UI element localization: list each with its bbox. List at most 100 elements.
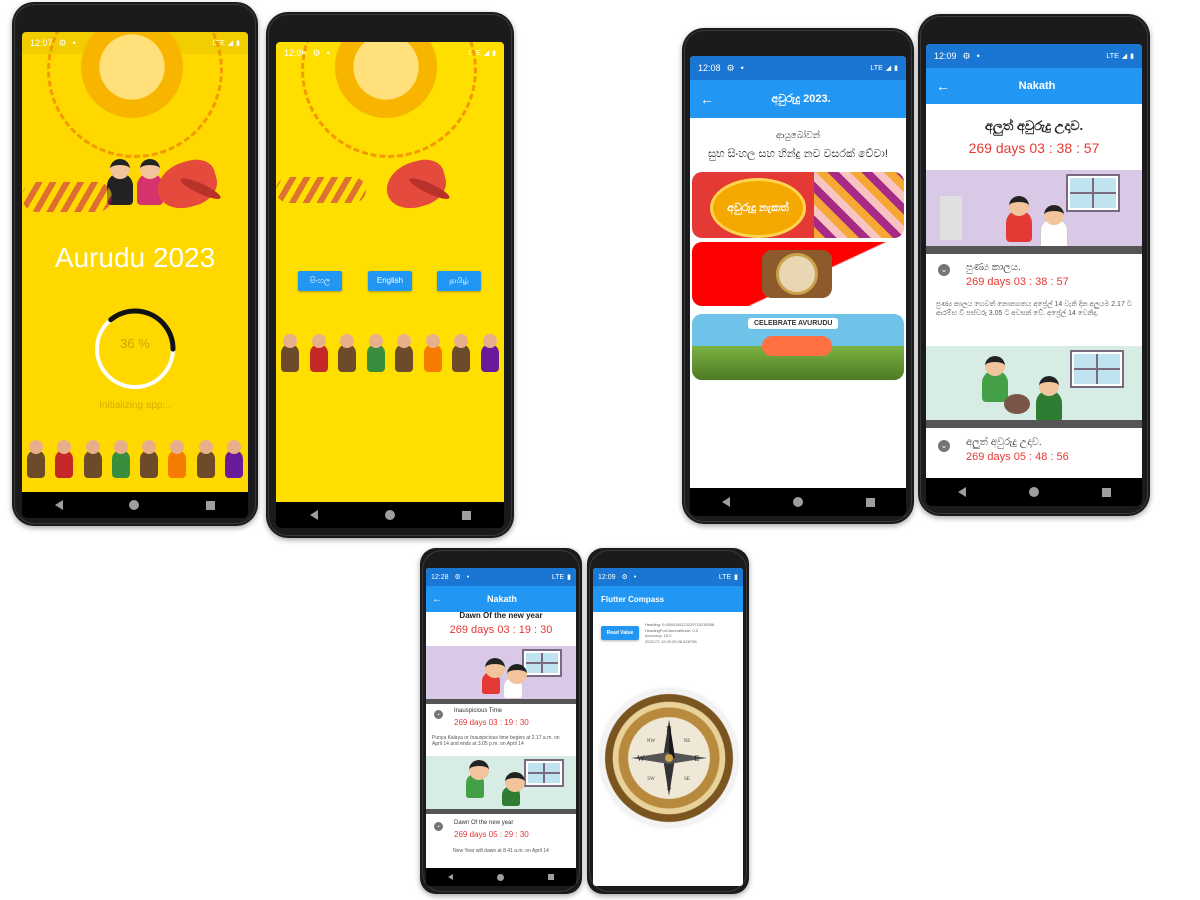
expand-icon[interactable]: ⌄ <box>938 440 950 452</box>
battery-icon: ▮ <box>492 50 496 57</box>
nav-recents-icon[interactable] <box>865 497 875 507</box>
english-button[interactable]: English <box>368 271 412 291</box>
battery-icon: ▮ <box>567 574 571 581</box>
expand-icon[interactable]: ⌄ <box>938 264 950 276</box>
expand-icon[interactable]: ⌄ <box>434 822 443 831</box>
nakath-card-text: අවුරුදු නැකත් <box>727 201 789 214</box>
item1-countdown: 269 days 03 : 19 : 30 <box>454 718 529 727</box>
expand-icon[interactable]: ⌄ <box>434 710 443 719</box>
battery-icon: ▮ <box>894 65 898 72</box>
item1-title: පුණ්‍ය කාලය. <box>966 262 1021 273</box>
android-nav-bar <box>276 502 504 528</box>
back-arrow-icon[interactable]: ← <box>926 78 960 94</box>
status-time: 12:09 <box>934 51 957 61</box>
compass-ne: NE <box>684 739 691 744</box>
signal-icon: ◢ <box>885 65 892 72</box>
lte-label: LTE <box>870 64 883 72</box>
android-nav-bar <box>926 478 1142 506</box>
nav-recents-icon[interactable] <box>548 874 554 880</box>
people-illustration-row <box>22 438 248 478</box>
gear-icon: ⚙ <box>621 574 628 581</box>
signal-icon: ◢ <box>1121 53 1128 60</box>
compass-e: E <box>695 754 700 763</box>
tamil-button[interactable]: தமிழ் <box>437 271 481 291</box>
festival-illustration <box>814 172 904 238</box>
nakath-english-screen: 12:28 ⚙ • LTE ▮ ← Nakath Dawn Of the new ye… <box>426 568 576 886</box>
item2-title: Dawn Of the new year <box>454 820 514 826</box>
app-bar-title: Flutter Compass <box>601 594 665 604</box>
nav-back-icon[interactable] <box>957 487 966 497</box>
nav-recents-icon[interactable] <box>1101 487 1111 497</box>
android-nav-bar <box>22 492 248 518</box>
main-countdown: 269 days 03 : 38 : 57 <box>968 140 1100 156</box>
nav-recents-icon[interactable] <box>461 510 471 520</box>
item1-countdown: 269 days 03 : 38 : 57 <box>966 276 1069 288</box>
battery-icon: ▮ <box>1130 53 1134 60</box>
battery-icon: ▮ <box>734 574 738 581</box>
nakath-heading: අලුත් අවුරුදු උදාව. <box>984 118 1084 133</box>
compass-card[interactable] <box>692 242 904 306</box>
compass-w: W <box>637 754 645 763</box>
nav-home-icon[interactable] <box>1028 487 1039 497</box>
back-arrow-icon[interactable]: ← <box>690 91 724 107</box>
status-bar: 12:09 ⚙ • LTE ▮ <box>593 568 743 586</box>
status-time: 12:28 <box>431 573 449 581</box>
new-year-dawn-illustration <box>426 756 576 814</box>
item1-title: Inauspicious Time <box>454 708 503 714</box>
nakath-card-badge: අවුරුදු නැකත් <box>710 178 806 238</box>
sensor-info: Heading: 0.0000034123229710236308 Headin… <box>645 622 714 644</box>
people-illustration-row <box>276 332 504 372</box>
compass-sw: SW <box>647 777 655 782</box>
punya-kalaya-illustration <box>926 170 1142 254</box>
compass-n: N <box>666 725 672 734</box>
android-nav-bar <box>426 868 576 886</box>
main-countdown: 269 days 03 : 19 : 30 <box>449 624 553 636</box>
signal-icon: ◢ <box>483 50 490 57</box>
timestamp-line: 2022-07-19 00:09:26.526758 <box>645 638 697 644</box>
gear-icon: ⚙ <box>726 62 735 73</box>
nav-back-icon[interactable] <box>721 497 730 507</box>
greeting-small: ආයුබෝවන් <box>775 130 821 140</box>
sinhala-button[interactable]: සිංහල <box>298 271 342 291</box>
app-bar: Flutter Compass <box>593 586 743 612</box>
nakath-card[interactable]: අවුරුදු නැකත් <box>692 172 904 238</box>
lte-label: LTE <box>718 573 732 581</box>
celebrate-game-card[interactable]: CELEBRATE AVURUDU <box>692 314 904 380</box>
home-screen: 12:08 ⚙ • LTE ◢ ▮ ← අවුරුදු 2023. ආයුබෝවන් ස… <box>690 56 906 516</box>
greeting-main: සුභ සිංහල සහ හින්දු නව වසරක් වේවා! <box>708 148 888 160</box>
nav-home-icon[interactable] <box>497 873 504 881</box>
item1-description: Punya Kalaya or Inauspicious time begins… <box>432 735 560 747</box>
language-screen: 12:08⚙• LTE◢▮ සිංහල English தமிழ் <box>276 42 504 528</box>
new-year-dawn-illustration <box>926 346 1142 428</box>
nav-back-icon[interactable] <box>309 510 318 520</box>
app-bar-title: අවුරුදු 2023. <box>771 92 831 105</box>
loading-status-text: Initializing app... <box>99 400 171 411</box>
item1-description: පුණ්‍ය කාලය හෙවත් නොනගතය අප්‍රේල් 14 වැන… <box>936 301 1132 317</box>
phone-language: 12:08⚙• LTE◢▮ සිංහල English தமிழ் <box>266 12 514 538</box>
item2-countdown: 269 days 05 : 29 : 30 <box>454 830 529 839</box>
app-title: Aurudu 2023 <box>54 242 216 273</box>
splash-screen: 12:07⚙• LTE◢▮ Aurudu 2023 36 % Initializ… <box>22 32 248 518</box>
back-arrow-icon[interactable]: ← <box>426 594 448 605</box>
compass-screen: 12:09 ⚙ • LTE ▮ Flutter Compass Read Value … <box>593 568 743 886</box>
celebrate-banner: CELEBRATE AVURUDU <box>748 318 839 329</box>
nav-home-icon[interactable] <box>129 500 140 510</box>
heading-line: Heading: 0.0000034123229710236308 <box>645 622 715 627</box>
item2-countdown: 269 days 05 : 48 : 56 <box>966 451 1069 463</box>
status-bar: 12:08⚙• LTE◢▮ <box>690 56 906 80</box>
status-bar: 12:09 ⚙ • LTE ◢ ▮ <box>926 44 1142 68</box>
compass-dial: N E S W NE SE SW NW <box>601 690 737 826</box>
nav-back-icon[interactable] <box>55 500 64 510</box>
nakath-heading: Dawn Of the new year <box>459 611 543 620</box>
phone-compass: 12:09 ⚙ • LTE ▮ Flutter Compass Read Value … <box>587 548 749 894</box>
compass-s: S <box>667 783 671 792</box>
nav-back-icon[interactable] <box>448 874 453 880</box>
compass-card-icon <box>762 250 832 298</box>
nav-recents-icon[interactable] <box>205 500 215 510</box>
battery-icon: ▮ <box>236 40 240 47</box>
lte-label: LTE <box>1106 52 1119 60</box>
status-bar: 12:28 ⚙ • LTE ▮ <box>426 568 576 586</box>
nav-home-icon[interactable] <box>792 497 803 507</box>
read-value-button[interactable]: Read Value <box>601 626 639 640</box>
nav-home-icon[interactable] <box>384 510 395 520</box>
